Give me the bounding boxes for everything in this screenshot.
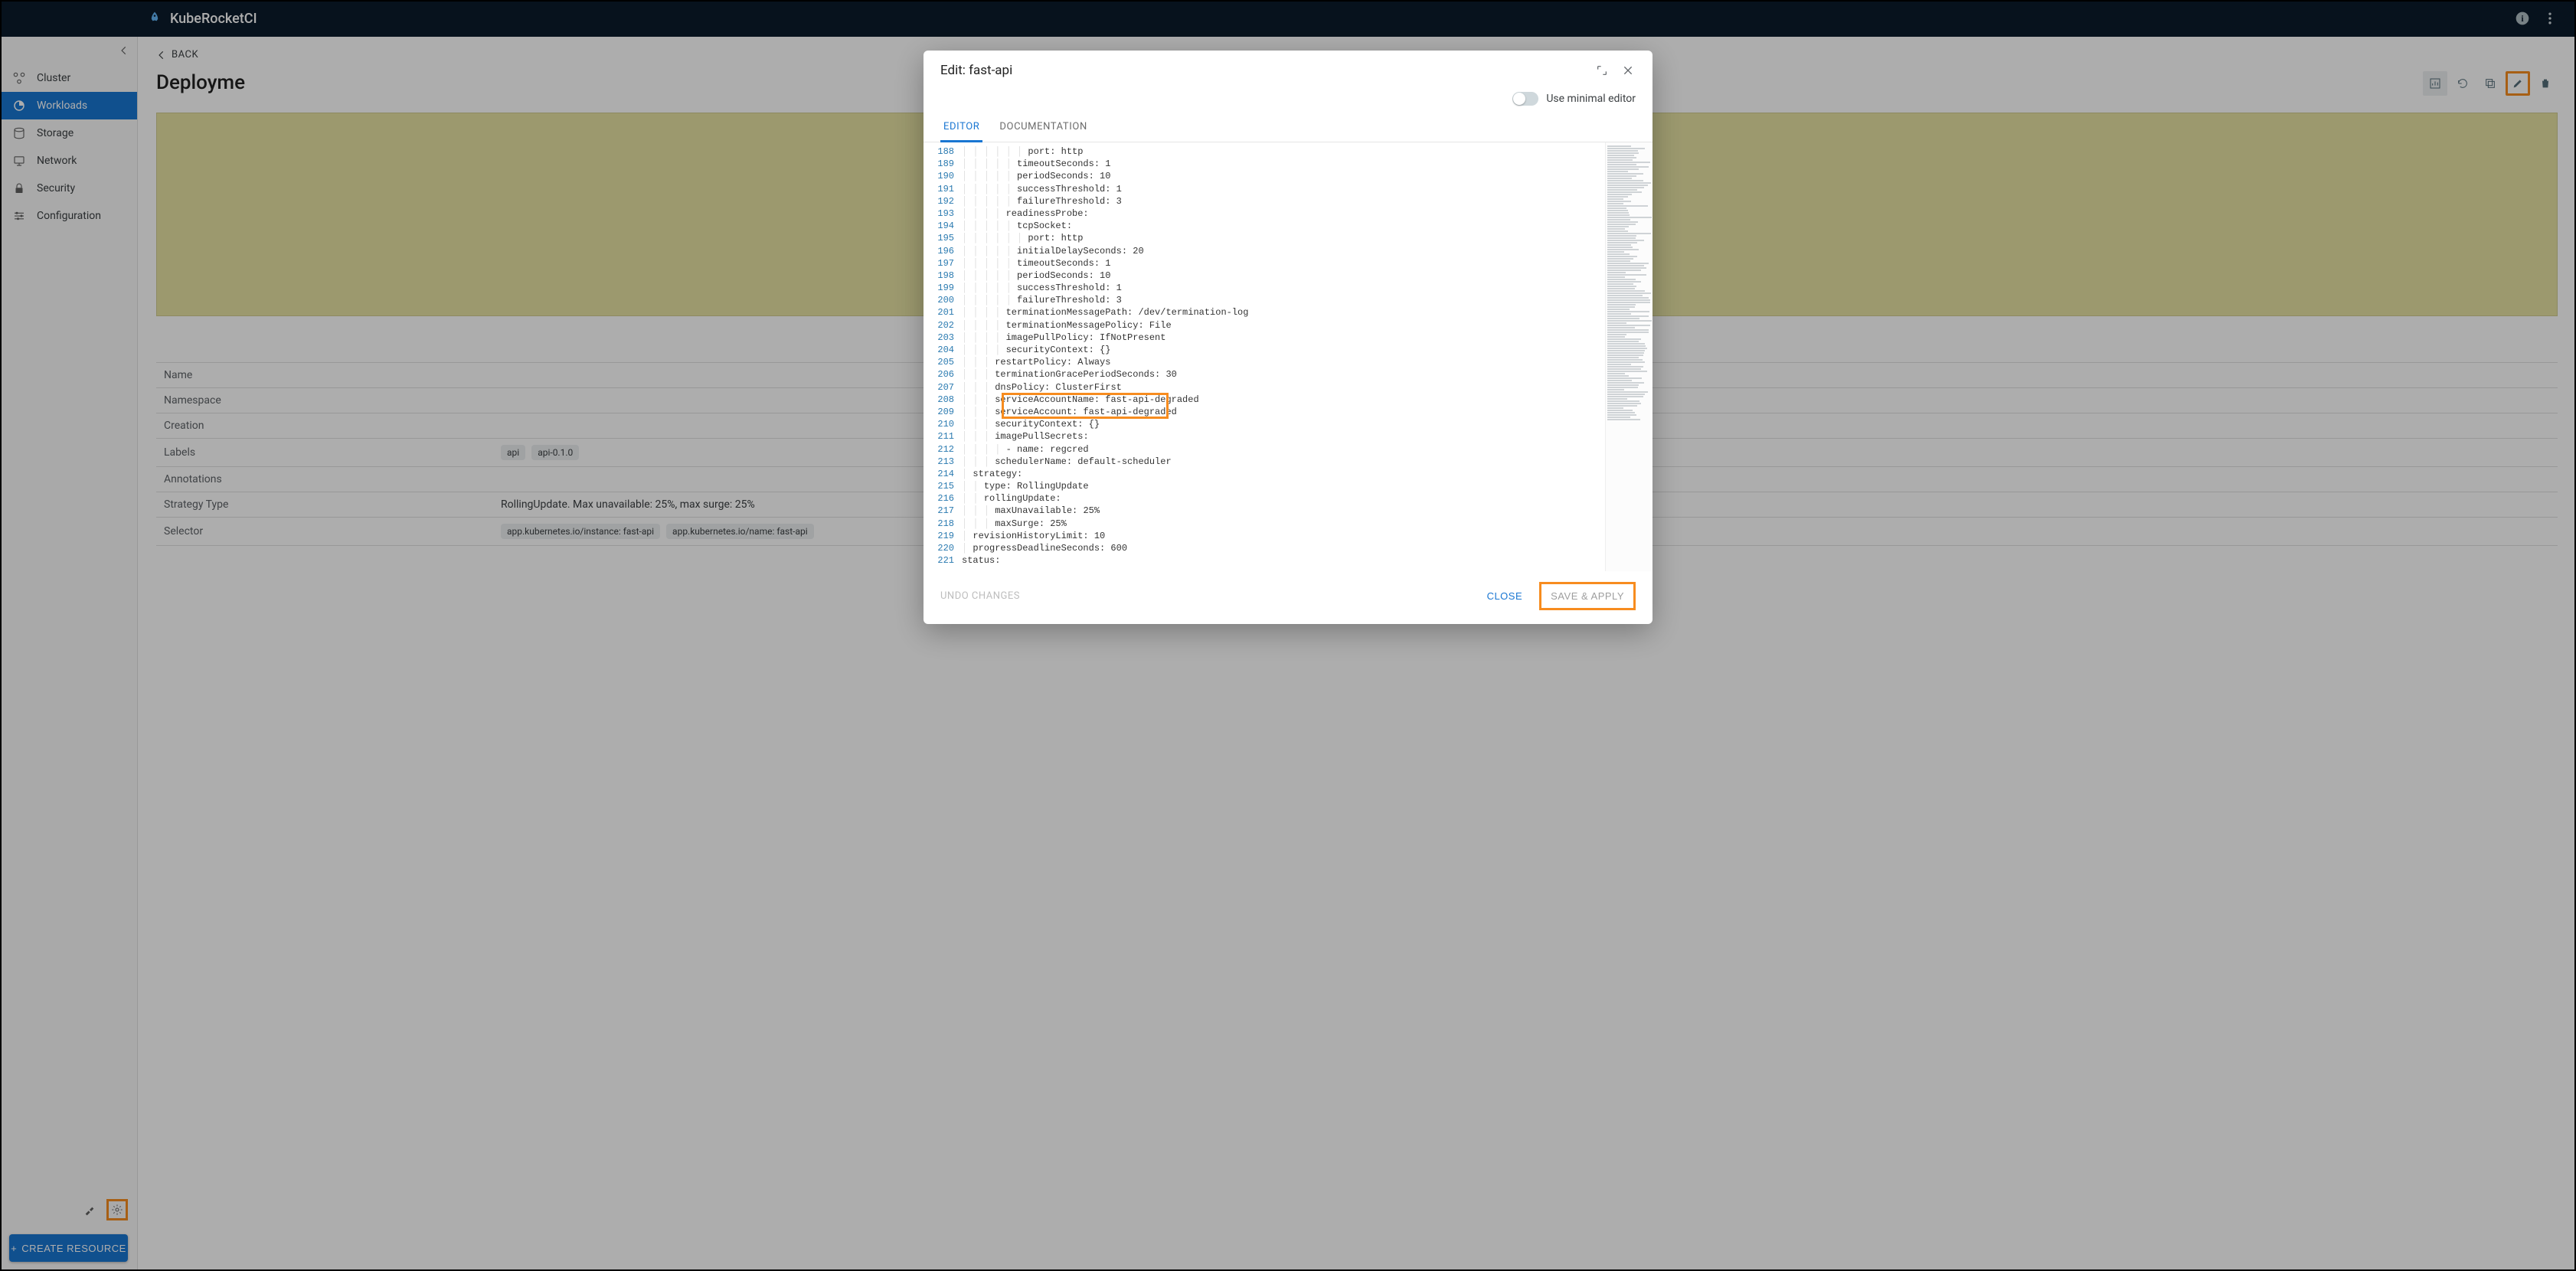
- code-line: 203│ │ │ │ imagePullPolicy: IfNotPresent: [933, 332, 1605, 344]
- close-button[interactable]: CLOSE: [1479, 584, 1531, 608]
- code-line: 218│ │ │ maxSurge: 25%: [933, 518, 1605, 530]
- minimal-editor-toggle[interactable]: [1512, 92, 1538, 106]
- code-line: 214│ strategy:: [933, 468, 1605, 480]
- code-line: 200│ │ │ │ │ failureThreshold: 3: [933, 294, 1605, 306]
- code-line: 211│ │ │ imagePullSecrets:: [933, 430, 1605, 443]
- code-line: 196│ │ │ │ │ initialDelaySeconds: 20: [933, 245, 1605, 257]
- code-line: 219│ revisionHistoryLimit: 10: [933, 530, 1605, 542]
- code-line: 217│ │ │ maxUnavailable: 25%: [933, 505, 1605, 517]
- code-line: 205│ │ │ restartPolicy: Always: [933, 356, 1605, 368]
- fullscreen-icon[interactable]: [1594, 63, 1610, 78]
- edit-modal: Edit: fast-api Use minimal editor EDITOR…: [924, 51, 1652, 624]
- code-line: 194│ │ │ │ │ tcpSocket:: [933, 220, 1605, 232]
- code-line: 199│ │ │ │ │ successThreshold: 1: [933, 282, 1605, 294]
- close-icon[interactable]: [1620, 63, 1636, 78]
- tab-documentation[interactable]: DOCUMENTATION: [996, 115, 1090, 142]
- code-line: 191│ │ │ │ │ successThreshold: 1: [933, 183, 1605, 195]
- code-line: 189│ │ │ │ │ timeoutSeconds: 1: [933, 158, 1605, 170]
- code-line: 195│ │ │ │ │ │ port: http: [933, 232, 1605, 244]
- code-line: 198│ │ │ │ │ periodSeconds: 10: [933, 270, 1605, 282]
- code-line: 204│ │ │ │ securityContext: {}: [933, 344, 1605, 356]
- code-line: 213│ │ │ schedulerName: default-schedule…: [933, 456, 1605, 468]
- code-line: 208│ │ │ serviceAccountName: fast-api-de…: [933, 394, 1605, 406]
- code-line: 202│ │ │ │ terminationMessagePolicy: Fil…: [933, 319, 1605, 332]
- code-line: 197│ │ │ │ │ timeoutSeconds: 1: [933, 257, 1605, 270]
- toggle-label: Use minimal editor: [1546, 93, 1636, 105]
- modal-overlay: Edit: fast-api Use minimal editor EDITOR…: [0, 0, 2576, 1271]
- tab-editor[interactable]: EDITOR: [940, 115, 982, 142]
- code-editor[interactable]: 188│ │ │ │ │ │ port: http189│ │ │ │ │ ti…: [933, 142, 1605, 571]
- code-line: 193│ │ │ │ readinessProbe:: [933, 207, 1605, 220]
- modal-title: Edit: fast-api: [940, 63, 1012, 78]
- undo-changes[interactable]: UNDO CHANGES: [940, 590, 1020, 602]
- code-line: 192│ │ │ │ │ failureThreshold: 3: [933, 195, 1605, 207]
- code-line: 188│ │ │ │ │ │ port: http: [933, 145, 1605, 158]
- code-line: 212│ │ │ │ - name: regcred: [933, 443, 1605, 456]
- code-line: 221status:: [933, 554, 1605, 567]
- minimap[interactable]: [1605, 142, 1652, 571]
- code-line: 210│ │ │ securityContext: {}: [933, 418, 1605, 430]
- code-line: 220│ progressDeadlineSeconds: 600: [933, 542, 1605, 554]
- code-line: 216│ │ rollingUpdate:: [933, 492, 1605, 505]
- code-line: 206│ │ │ terminationGracePeriodSeconds: …: [933, 368, 1605, 381]
- code-line: 209│ │ │ serviceAccount: fast-api-degrad…: [933, 406, 1605, 418]
- code-line: 190│ │ │ │ │ periodSeconds: 10: [933, 170, 1605, 182]
- code-line: 201│ │ │ │ terminationMessagePath: /dev/…: [933, 306, 1605, 319]
- code-line: 207│ │ │ dnsPolicy: ClusterFirst: [933, 381, 1605, 394]
- save-apply-button[interactable]: SAVE & APPLY: [1543, 584, 1632, 608]
- code-line: 215│ │ type: RollingUpdate: [933, 480, 1605, 492]
